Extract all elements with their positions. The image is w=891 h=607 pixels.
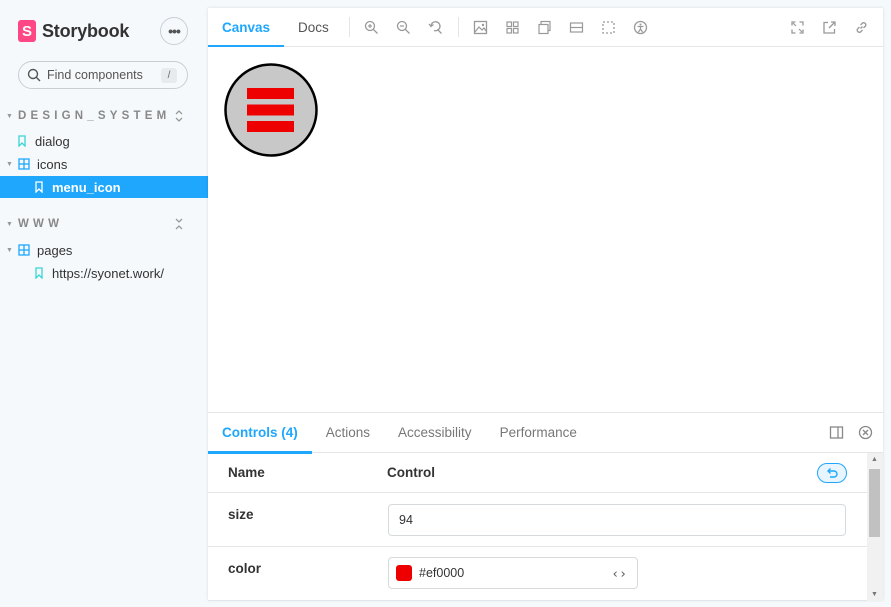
panel-actions [829, 425, 873, 440]
sidebar-item-label: https://syonet.work/ [52, 265, 164, 281]
search-box[interactable]: / [18, 61, 188, 89]
component-icon [18, 244, 30, 256]
prop-name: color [228, 561, 262, 576]
background-icon[interactable] [465, 8, 497, 47]
collapse-all-icon[interactable] [174, 217, 184, 231]
more-options-button[interactable]: ••• [160, 17, 188, 45]
undo-icon [827, 468, 838, 478]
storybook-logo-icon: S [18, 20, 36, 42]
scroll-thumb[interactable] [869, 469, 880, 537]
bookmark-icon [35, 181, 43, 193]
tab-accessibility[interactable]: Accessibility [384, 413, 486, 453]
table-row: color #ef0000 ‹› [208, 547, 867, 601]
scroll-down-icon[interactable]: ▼ [871, 591, 878, 598]
component-icon [18, 158, 30, 170]
color-swatch[interactable] [396, 565, 412, 581]
story-canvas [208, 47, 883, 412]
brand-name: Storybook [42, 20, 130, 41]
scroll-up-icon[interactable]: ▲ [871, 456, 878, 463]
caret-down-icon: ▼ [6, 220, 13, 228]
tab-docs[interactable]: Docs [284, 8, 343, 47]
measure-icon[interactable] [561, 8, 593, 47]
panel-orientation-icon[interactable] [829, 425, 844, 440]
column-header-name: Name [228, 465, 265, 480]
column-header-control: Control [387, 465, 435, 480]
search-input[interactable] [47, 68, 155, 82]
tab-controls[interactable]: Controls (4) [208, 413, 312, 454]
expand-all-icon[interactable] [174, 109, 184, 123]
menu-icon-bar-middle [247, 104, 294, 116]
size-input[interactable]: 94 [388, 504, 846, 536]
reset-controls-button[interactable] [817, 463, 847, 483]
main-panel: Canvas Docs Controls (4) Actions Accessi… [208, 8, 883, 601]
toolbar: Canvas Docs [208, 8, 883, 48]
group-title: WWW [18, 218, 64, 230]
sidebar-item-syonet[interactable]: https://syonet.work/ [0, 262, 208, 284]
toolbar-right [781, 8, 877, 47]
sidebar-item-label: icons [37, 156, 68, 172]
sidebar-item-pages[interactable]: ▼ pages [0, 239, 208, 261]
code-toggle-icon[interactable]: ‹› [611, 567, 627, 582]
reset-zoom-icon[interactable] [420, 8, 452, 47]
open-new-tab-icon[interactable] [813, 8, 845, 47]
sidebar-item-dialog[interactable]: dialog [0, 130, 208, 152]
caret-down-icon: ▼ [6, 112, 13, 120]
tab-canvas[interactable]: Canvas [208, 8, 285, 48]
controls-table-header: Name Control [208, 453, 867, 493]
accessibility-icon[interactable] [625, 8, 657, 47]
menu-icon[interactable] [224, 63, 318, 157]
addons-panel: Controls (4) Actions Accessibility Perfo… [208, 412, 883, 601]
sidebar: S Storybook ••• / ▼ DESIGN_SYSTEM dialog… [0, 0, 208, 607]
color-picker[interactable]: #ef0000 ‹› [388, 557, 638, 589]
zoom-out-icon[interactable] [388, 8, 420, 47]
sidebar-item-label: dialog [35, 133, 70, 149]
group-header-www[interactable]: ▼ WWW [6, 214, 190, 234]
bookmark-icon [35, 267, 43, 279]
viewport-icon[interactable] [529, 8, 561, 47]
table-row: size 94 [208, 493, 867, 547]
sidebar-item-icons[interactable]: ▼ icons [0, 153, 208, 175]
fullscreen-icon[interactable] [781, 8, 813, 47]
tab-performance[interactable]: Performance [486, 413, 591, 453]
caret-down-icon: ▼ [6, 246, 13, 254]
sidebar-item-menu-icon[interactable]: menu_icon [0, 176, 208, 198]
copy-link-icon[interactable] [845, 8, 877, 47]
toolbar-divider [457, 17, 459, 37]
bookmark-icon [18, 135, 26, 147]
storybook-brand[interactable]: S Storybook [18, 19, 129, 43]
close-panel-icon[interactable] [858, 425, 873, 440]
sidebar-item-label: pages [37, 242, 73, 258]
menu-icon-bar-top [247, 88, 294, 99]
caret-down-icon: ▼ [6, 160, 13, 168]
outline-icon[interactable] [593, 8, 625, 47]
toolbar-divider [348, 17, 350, 37]
grid-icon[interactable] [497, 8, 529, 47]
zoom-in-icon[interactable] [356, 8, 388, 47]
scrollbar[interactable]: ▲ ▼ [867, 453, 883, 601]
menu-icon-bar-bottom [247, 121, 294, 132]
sidebar-item-label: menu_icon [52, 179, 121, 195]
tab-actions[interactable]: Actions [312, 413, 384, 453]
group-header-design-system[interactable]: ▼ DESIGN_SYSTEM [6, 106, 190, 126]
controls-table: Name Control size 94 color #ef0000 ‹› [208, 453, 867, 601]
color-value: #ef0000 [419, 566, 465, 580]
addons-tabs: Controls (4) Actions Accessibility Perfo… [208, 413, 883, 454]
search-shortcut-key: / [161, 68, 177, 83]
search-icon [27, 68, 41, 82]
prop-name: size [228, 507, 254, 522]
group-title: DESIGN_SYSTEM [18, 110, 171, 122]
